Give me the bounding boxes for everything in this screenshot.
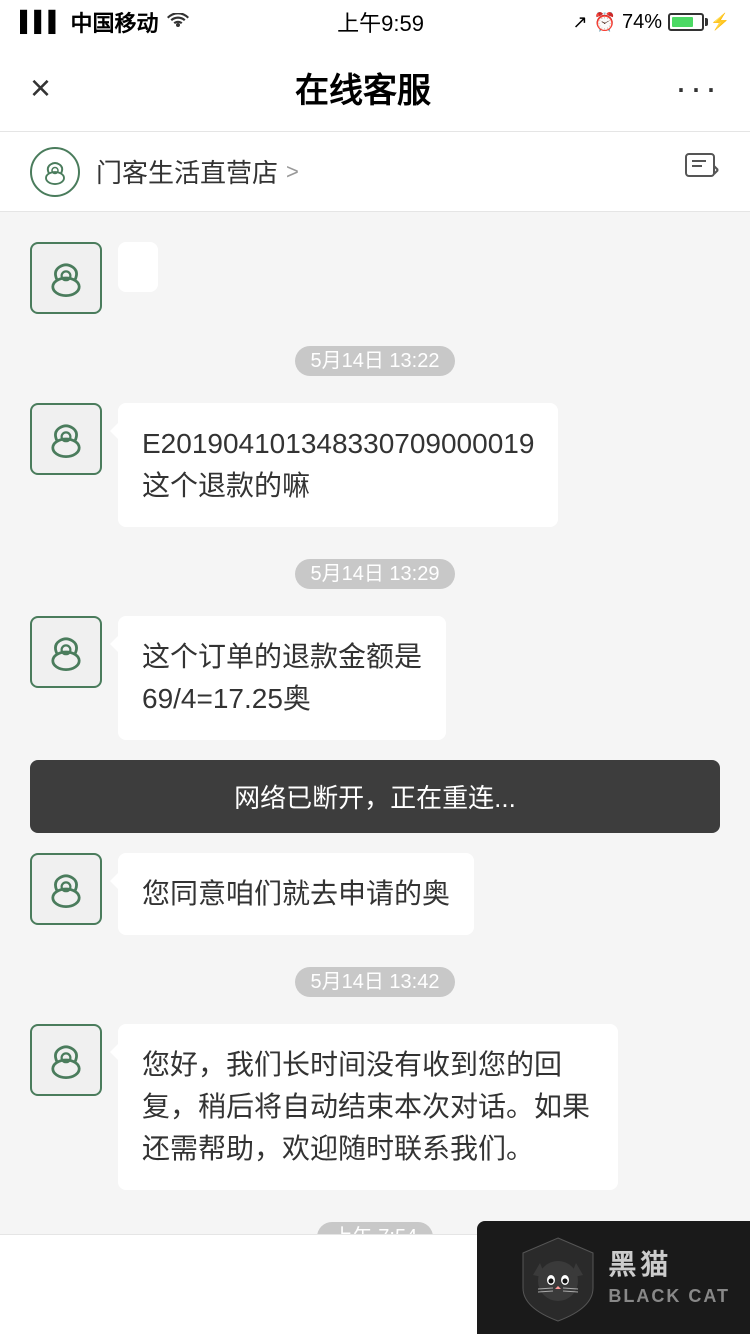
network-toast-text: 网络已断开，正在重连... — [234, 783, 516, 813]
nav-bar: × 在线客服 ··· — [0, 44, 750, 132]
chat-area: 5月14日 13:22 E201904101348330709000019这个退… — [0, 212, 750, 1289]
close-button[interactable]: × — [30, 67, 51, 109]
message-row-3: 您同意咱们就去申请的奥 — [0, 843, 750, 945]
black-cat-shield-icon — [518, 1233, 598, 1323]
avatar-partial — [30, 242, 102, 314]
message-row-1: E201904101348330709000019这个退款的嘛 — [0, 393, 750, 537]
store-name: 门客生活直营店 — [96, 153, 278, 190]
network-toast: 网络已断开，正在重连... — [30, 760, 720, 833]
bubble-1: E201904101348330709000019这个退款的嘛 — [118, 403, 558, 527]
avatar-3 — [30, 853, 102, 925]
status-right-section: ↗ ⏰ 74% ⚡ — [573, 11, 730, 34]
carrier-info: ▌▌▌ 中国移动 — [20, 6, 189, 38]
bubble-4-text: 您好，我们长时间没有收到您的回复，稍后将自动结束本次对话。如果还需帮助，欢迎随时… — [142, 1049, 590, 1164]
chat-list-icon[interactable] — [684, 151, 720, 193]
more-button[interactable]: ··· — [675, 67, 720, 109]
location-icon: ↗ — [573, 12, 588, 33]
avatar-4 — [30, 1024, 102, 1096]
partial-message-row — [0, 232, 750, 324]
battery-fill — [672, 17, 693, 27]
battery-percent: 74% — [622, 11, 662, 34]
black-cat-watermark: 黑猫 BLACK CAT — [477, 1221, 750, 1334]
wifi-icon — [167, 9, 189, 35]
status-bar: ▌▌▌ 中国移动 上午9:59 ↗ ⏰ 74% ⚡ — [0, 0, 750, 44]
bubble-4: 您好，我们长时间没有收到您的回复，稍后将自动结束本次对话。如果还需帮助，欢迎随时… — [118, 1024, 618, 1190]
avatar-1 — [30, 403, 102, 475]
black-cat-inner: 黑猫 BLACK CAT — [518, 1233, 730, 1323]
store-info: 门客生活直营店 > — [30, 147, 299, 197]
alarm-icon: ⏰ — [594, 12, 616, 33]
status-time: 上午9:59 — [337, 6, 424, 38]
bubble-2-text: 这个订单的退款金额是69/4=17.25奥 — [142, 641, 422, 714]
battery-icon — [668, 13, 704, 31]
signal-bars: ▌▌▌ — [20, 11, 63, 34]
timestamp-1: 5月14日 13:22 — [0, 344, 750, 373]
timestamp-3: 5月14日 13:42 — [0, 965, 750, 994]
store-logo — [30, 147, 80, 197]
bubble-partial — [118, 242, 158, 292]
bubble-3-text: 您同意咱们就去申请的奥 — [142, 878, 450, 909]
bubble-1-text: E201904101348330709000019这个退款的嘛 — [142, 428, 534, 501]
black-cat-text: 黑猫 BLACK CAT — [608, 1247, 730, 1309]
black-cat-english: BLACK CAT — [608, 1285, 730, 1308]
charging-icon: ⚡ — [710, 12, 730, 32]
avatar-2 — [30, 616, 102, 688]
bubble-3: 您同意咱们就去申请的奥 — [118, 853, 474, 935]
chevron-right-icon: > — [286, 159, 299, 185]
store-header[interactable]: 门客生活直营店 > — [0, 132, 750, 212]
message-row-2: 这个订单的退款金额是69/4=17.25奥 — [0, 606, 750, 750]
bubble-2: 这个订单的退款金额是69/4=17.25奥 — [118, 616, 446, 740]
carrier-name: 中国移动 — [71, 6, 159, 38]
store-name-row: 门客生活直营店 > — [96, 153, 299, 190]
page-title: 在线客服 — [295, 63, 431, 112]
message-row-4: 您好，我们长时间没有收到您的回复，稍后将自动结束本次对话。如果还需帮助，欢迎随时… — [0, 1014, 750, 1200]
timestamp-2: 5月14日 13:29 — [0, 557, 750, 586]
black-cat-chinese: 黑猫 — [608, 1247, 730, 1283]
